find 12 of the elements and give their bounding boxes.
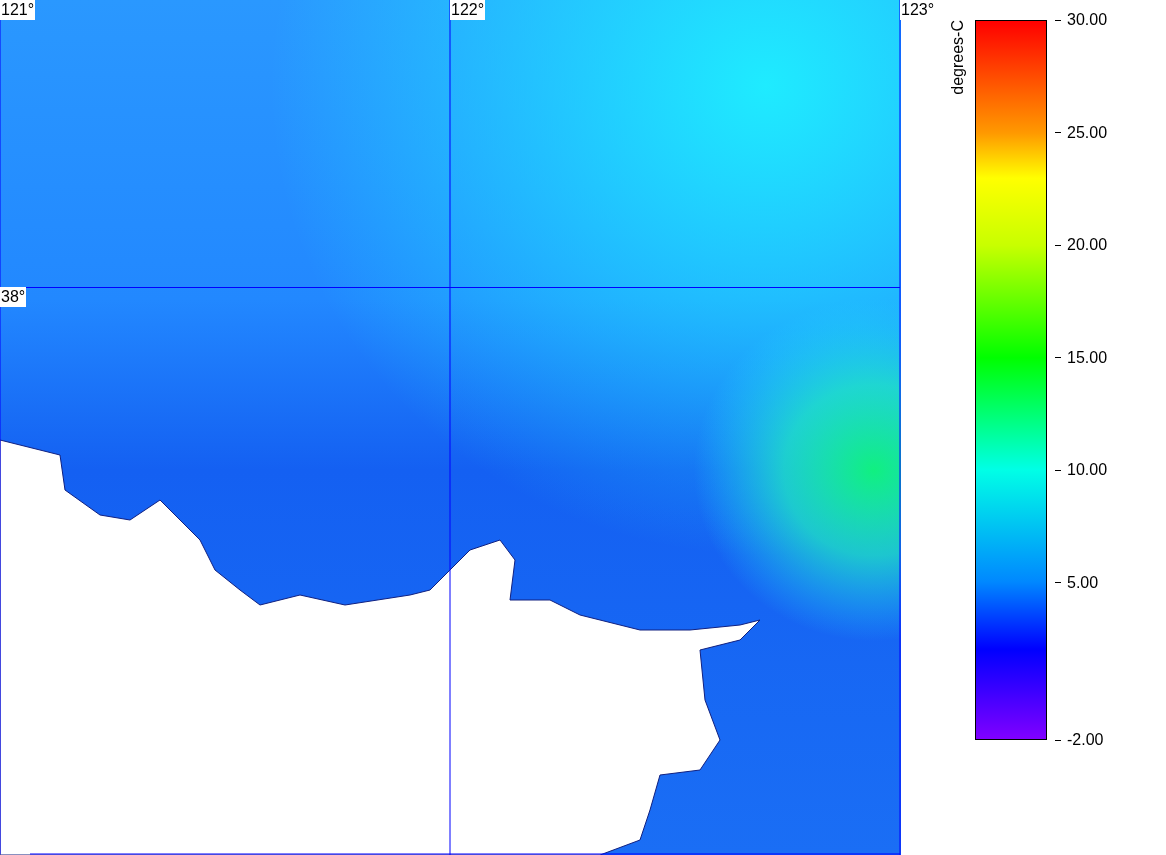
colorbar-tick-label: 25.00: [1067, 122, 1108, 143]
colorbar-tick-label: 10.00: [1067, 460, 1108, 481]
colorbar-tick-label: 5.00: [1067, 572, 1099, 593]
longitude-label: 122°: [450, 0, 486, 20]
colorbar-tick-label: 15.00: [1067, 347, 1108, 368]
colorbar-title: degrees-C: [949, 20, 967, 95]
colorbar-tick-label: -2.00: [1067, 730, 1104, 750]
longitude-label: 123°: [900, 0, 936, 20]
colorbar-tick-label: 20.00: [1067, 235, 1108, 256]
colorbar-tick-label: 30.00: [1067, 10, 1108, 30]
longitude-label: 121°: [0, 0, 36, 20]
latitude-label: 38°: [0, 287, 27, 307]
